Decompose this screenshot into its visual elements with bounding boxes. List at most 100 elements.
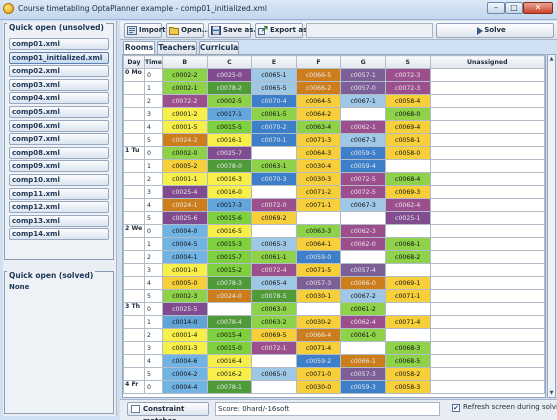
lecture-cell[interactable]: c0057-4 <box>340 263 386 277</box>
lecture-cell[interactable]: c0025-0 <box>206 68 253 82</box>
solve-button[interactable]: Solve <box>436 23 554 38</box>
lecture-cell[interactable]: c0061-1 <box>251 250 297 264</box>
file-button[interactable]: comp07.xml <box>9 133 109 146</box>
lecture-cell[interactable] <box>384 159 431 173</box>
lecture-cell[interactable]: c0078-5 <box>251 289 297 303</box>
maximize-button[interactable]: □ <box>505 2 523 14</box>
tab-curricula[interactable]: Curricula <box>199 41 239 54</box>
lecture-cell[interactable] <box>340 107 386 121</box>
unassigned-cell[interactable] <box>429 315 545 329</box>
lecture-cell[interactable]: c0072-2 <box>161 94 208 108</box>
lecture-cell[interactable]: c0001-1 <box>161 172 208 186</box>
lecture-cell[interactable]: c0068-5 <box>384 354 431 368</box>
lecture-cell[interactable]: c0072-0 <box>251 198 297 212</box>
lecture-cell[interactable] <box>340 341 386 355</box>
lecture-cell[interactable]: c0062-0 <box>340 237 386 251</box>
lecture-cell[interactable]: c0062-4 <box>340 315 386 329</box>
open-button[interactable]: Open... <box>166 23 210 38</box>
lecture-cell[interactable]: c0071-1 <box>295 198 342 212</box>
lecture-cell[interactable]: c0017-1 <box>206 107 253 121</box>
lecture-cell[interactable]: c0057-1 <box>340 68 386 82</box>
lecture-cell[interactable]: c0071-4 <box>384 315 431 329</box>
file-button[interactable]: comp04.xml <box>9 92 109 105</box>
lecture-cell[interactable]: c0065-0 <box>251 367 297 381</box>
vertical-scrollbar[interactable]: ▲ ▼ <box>547 54 556 398</box>
lecture-cell[interactable]: c0002-5 <box>206 94 253 108</box>
lecture-cell[interactable]: c0001-5 <box>161 120 208 134</box>
lecture-cell[interactable]: c0014-0 <box>161 315 208 329</box>
unassigned-cell[interactable] <box>429 367 545 381</box>
lecture-cell[interactable]: c0004-1 <box>161 250 208 264</box>
lecture-cell[interactable]: c0067-2 <box>340 289 386 303</box>
lecture-cell[interactable]: c0002-0 <box>161 146 208 160</box>
lecture-cell[interactable]: c0015-5 <box>206 120 253 134</box>
file-button[interactable]: comp06.xml <box>9 119 109 132</box>
lecture-cell[interactable]: c0001-2 <box>161 107 208 121</box>
lecture-cell[interactable]: c0071-0 <box>295 367 342 381</box>
lecture-cell[interactable]: c0063-2 <box>251 315 297 329</box>
lecture-cell[interactable]: c0071-2 <box>295 185 342 199</box>
lecture-cell[interactable]: c0001-0 <box>161 263 208 277</box>
lecture-cell[interactable] <box>295 302 342 316</box>
unassigned-cell[interactable] <box>429 354 545 368</box>
lecture-cell[interactable]: c0062-3 <box>340 224 386 238</box>
lecture-cell[interactable]: c0069-3 <box>384 185 431 199</box>
lecture-cell[interactable]: c0065-5 <box>251 81 297 95</box>
lecture-cell[interactable]: c0071-5 <box>295 263 342 277</box>
lecture-cell[interactable] <box>251 224 297 238</box>
lecture-cell[interactable]: c0057-3 <box>295 276 342 290</box>
lecture-cell[interactable]: c0070-3 <box>251 172 297 186</box>
lecture-cell[interactable]: c0059-4 <box>340 159 386 173</box>
lecture-cell[interactable]: c0024-0 <box>206 289 253 303</box>
lecture-cell[interactable]: c0058-4 <box>384 94 431 108</box>
lecture-cell[interactable]: c0016-0 <box>206 185 253 199</box>
file-button[interactable]: comp10.xml <box>9 173 109 186</box>
scroll-up-icon[interactable]: ▲ <box>548 55 555 63</box>
lecture-cell[interactable]: c0069-5 <box>251 328 297 342</box>
lecture-cell[interactable]: c0064-2 <box>295 107 342 121</box>
lecture-cell[interactable]: c0071-4 <box>295 341 342 355</box>
lecture-cell[interactable]: c0066-4 <box>295 328 342 342</box>
file-button[interactable]: comp01_initialized.xml <box>9 51 109 64</box>
lecture-cell[interactable]: c0004-4 <box>161 380 208 394</box>
lecture-cell[interactable]: c0030-2 <box>295 315 342 329</box>
lecture-cell[interactable]: c0070-2 <box>251 120 297 134</box>
file-button[interactable]: comp05.xml <box>9 105 109 118</box>
lecture-cell[interactable]: c0068-1 <box>384 237 431 251</box>
unassigned-cell[interactable] <box>429 380 545 394</box>
lecture-cell[interactable]: c0030-1 <box>295 289 342 303</box>
lecture-cell[interactable] <box>340 211 386 225</box>
lecture-cell[interactable]: c0057-3 <box>340 367 386 381</box>
lecture-cell[interactable]: c0067-3 <box>340 133 386 147</box>
lecture-cell[interactable] <box>251 146 297 160</box>
file-button[interactable]: comp03.xml <box>9 78 109 91</box>
unassigned-cell[interactable] <box>429 302 545 316</box>
lecture-cell[interactable] <box>384 328 431 342</box>
lecture-cell[interactable]: c0078-2 <box>206 81 253 95</box>
lecture-cell[interactable]: c0072-3 <box>384 68 431 82</box>
lecture-cell[interactable]: c0025-6 <box>161 211 208 225</box>
lecture-cell[interactable] <box>295 211 342 225</box>
unassigned-cell[interactable] <box>429 198 545 212</box>
lecture-cell[interactable]: c0078-1 <box>206 380 253 394</box>
lecture-cell[interactable]: c0016-1 <box>206 133 253 147</box>
unassigned-cell[interactable] <box>429 94 545 108</box>
lecture-cell[interactable]: c0063-3 <box>295 224 342 238</box>
lecture-cell[interactable] <box>251 185 297 199</box>
lecture-cell[interactable]: c0004-5 <box>161 237 208 251</box>
unassigned-cell[interactable] <box>429 172 545 186</box>
lecture-cell[interactable]: c0063-0 <box>251 302 297 316</box>
unassigned-cell[interactable] <box>429 107 545 121</box>
lecture-cell[interactable]: c0058-3 <box>384 380 431 394</box>
lecture-cell[interactable]: c0061-5 <box>251 107 297 121</box>
lecture-cell[interactable]: c0016-2 <box>206 367 253 381</box>
lecture-cell[interactable]: c0015-7 <box>206 250 253 264</box>
lecture-cell[interactable]: c0004-0 <box>161 224 208 238</box>
lecture-cell[interactable]: c0025-4 <box>161 185 208 199</box>
lecture-cell[interactable]: c0070-1 <box>251 133 297 147</box>
unassigned-cell[interactable] <box>429 224 545 238</box>
lecture-cell[interactable]: c0062-4 <box>384 198 431 212</box>
lecture-cell[interactable]: c0025-1 <box>384 211 431 225</box>
file-button[interactable]: comp09.xml <box>9 160 109 173</box>
lecture-cell[interactable]: c0015-4 <box>206 328 253 342</box>
